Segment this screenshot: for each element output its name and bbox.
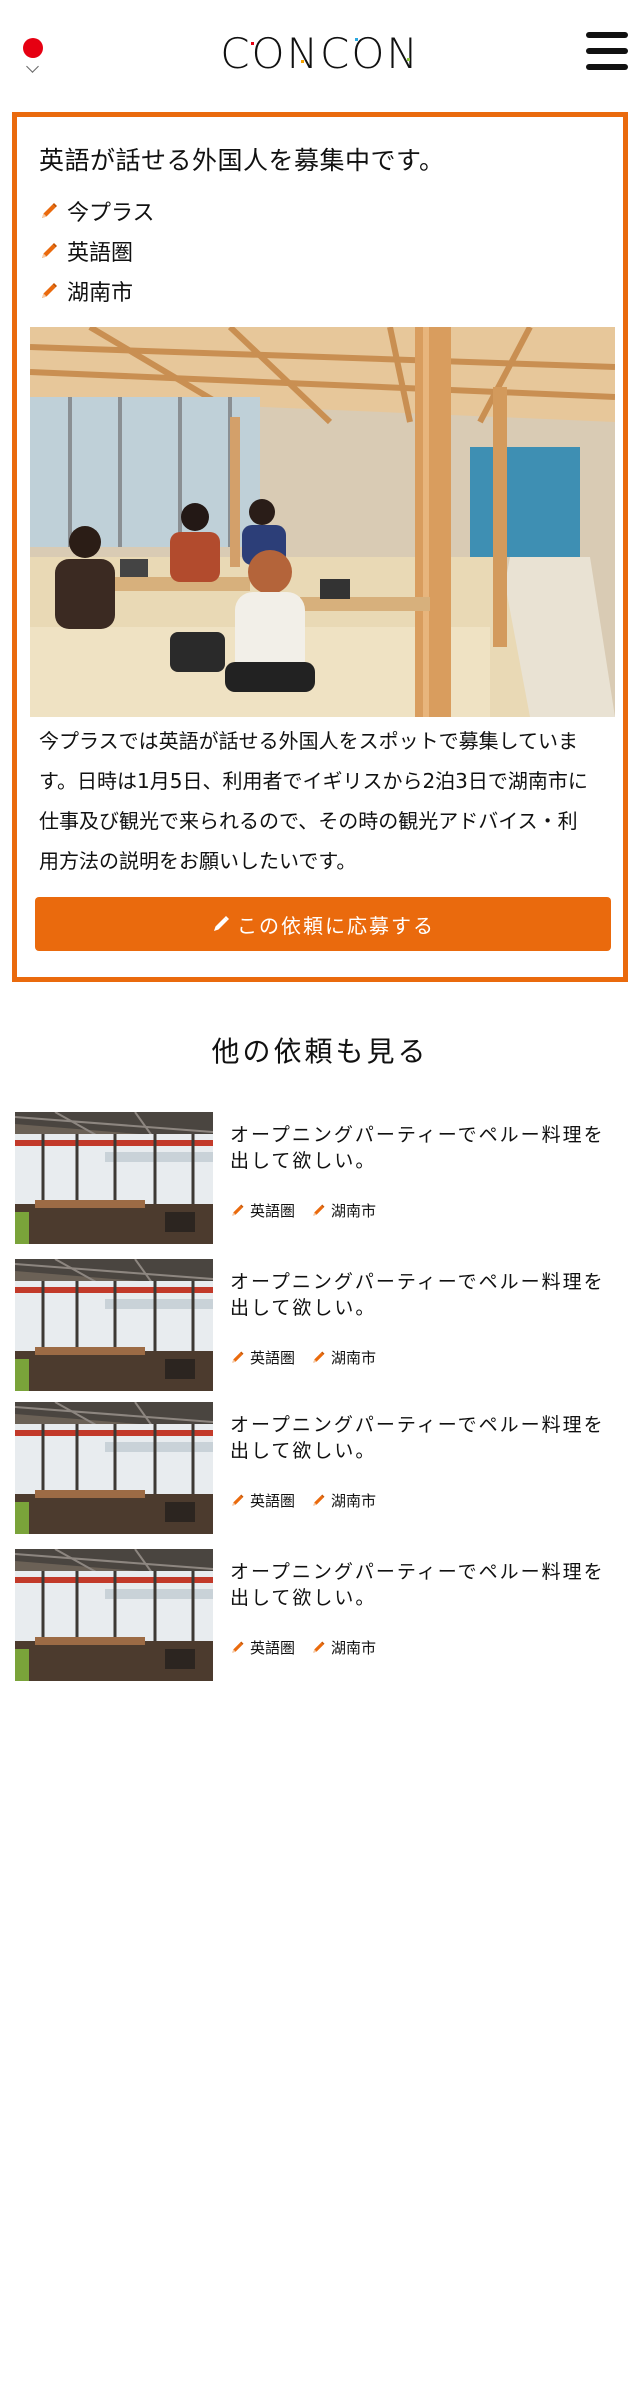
description-line: 仕事及び観光で来られるので、その時の観光アドバイス・利 [39,809,578,833]
other-request-tags: 英語圏 湖南市 [230,1200,392,1221]
other-request-title: オープニングパーティーでペルー料理を 出して欲しい。 [230,1412,625,1464]
apply-button-label: この依頼に応募する [237,913,435,938]
other-request-title: オープニングパーティーでペルー料理を 出して欲しい。 [230,1269,625,1321]
pencil-icon [230,1493,245,1508]
title-line: 出して欲しい。 [230,1297,377,1319]
chevron-down-icon [26,60,39,73]
request-description: 今プラスでは英語が話せる外国人をスポットで募集していま す。日時は1月5日、利用… [39,721,611,881]
tag-item[interactable]: 英語圏 [230,1490,295,1511]
request-thumbnail [15,1259,213,1391]
other-request-tags: 英語圏 湖南市 [230,1490,392,1511]
other-requests-heading: 他の依頼も見る [211,1035,429,1068]
tag-label: 今プラス [67,201,155,226]
request-tags: 今プラス 英語圏 湖南市 [39,191,155,311]
pencil-icon [311,1640,326,1655]
tag-label: 湖南市 [331,1349,377,1367]
title-line: オープニングパーティーでペルー料理を [230,1124,605,1146]
title-line: オープニングパーティーでペルー料理を [230,1271,605,1293]
tag-label: 英語圏 [250,1492,296,1510]
tag-item[interactable]: 湖南市 [311,1200,376,1221]
title-line: 出して欲しい。 [230,1150,377,1172]
other-request-title: オープニングパーティーでペルー料理を 出して欲しい。 [230,1559,625,1611]
description-line: 用方法の説明をお願いしたいです。 [39,849,357,873]
tag-label: 英語圏 [67,241,134,266]
request-card: 英語が話せる外国人を募集中です。 今プラス 英語圏 湖南市 今プラスでは英語が話… [12,112,628,982]
pencil-icon [39,241,59,261]
title-line: 出して欲しい。 [230,1587,377,1609]
tag-item[interactable]: 英語圏 [39,231,155,271]
tag-label: 湖南市 [331,1492,377,1510]
tag-item[interactable]: 英語圏 [230,1347,295,1368]
logo-text: CONCON [220,30,420,74]
request-thumbnail [15,1549,213,1681]
other-request-item[interactable]: オープニングパーティーでペルー料理を 出して欲しい。 英語圏 湖南市 [15,1112,625,1244]
pencil-icon [230,1203,245,1218]
pencil-icon [211,914,231,934]
tag-item[interactable]: 湖南市 [311,1637,376,1658]
tag-item[interactable]: 今プラス [39,191,155,231]
other-request-tags: 英語圏 湖南市 [230,1347,392,1368]
tag-label: 湖南市 [67,281,134,306]
request-thumbnail [15,1112,213,1244]
request-title: 英語が話せる外国人を募集中です。 [39,146,445,175]
title-line: オープニングパーティーでペルー料理を [230,1561,605,1583]
title-line: オープニングパーティーでペルー料理を [230,1414,605,1436]
title-line: 出して欲しい。 [230,1440,377,1462]
tag-item[interactable]: 英語圏 [230,1200,295,1221]
description-line: 今プラスでは英語が話せる外国人をスポットで募集していま [39,729,578,753]
pencil-icon [39,201,59,221]
hamburger-menu-icon[interactable] [586,32,628,70]
language-selector[interactable] [22,38,44,74]
tag-label: 湖南市 [331,1202,377,1220]
other-request-item[interactable]: オープニングパーティーでペルー料理を 出して欲しい。 英語圏 湖南市 [15,1549,625,1681]
tag-label: 英語圏 [250,1639,296,1657]
pencil-icon [311,1493,326,1508]
tag-item[interactable]: 湖南市 [311,1347,376,1368]
tag-label: 湖南市 [331,1639,377,1657]
pencil-icon [311,1203,326,1218]
pencil-icon [311,1350,326,1365]
tag-item[interactable]: 湖南市 [311,1490,376,1511]
pencil-icon [230,1640,245,1655]
tag-label: 英語圏 [250,1349,296,1367]
other-request-item[interactable]: オープニングパーティーでペルー料理を 出して欲しい。 英語圏 湖南市 [15,1259,625,1391]
pencil-icon [230,1350,245,1365]
apply-button[interactable]: この依頼に応募する [35,897,611,951]
japan-flag-icon [23,38,43,58]
tag-label: 英語圏 [250,1202,296,1220]
pencil-icon [39,281,59,301]
request-thumbnail [15,1402,213,1534]
other-request-item[interactable]: オープニングパーティーでペルー料理を 出して欲しい。 英語圏 湖南市 [15,1402,625,1534]
tag-item[interactable]: 英語圏 [230,1637,295,1658]
tag-item[interactable]: 湖南市 [39,271,155,311]
other-request-title: オープニングパーティーでペルー料理を 出して欲しい。 [230,1122,625,1174]
concon-logo[interactable]: CONCON [195,30,445,74]
site-header: CONCON [0,0,640,108]
other-request-tags: 英語圏 湖南市 [230,1637,392,1658]
request-photo [30,327,615,717]
description-line: す。日時は1月5日、利用者でイギリスから2泊3日で湖南市に [39,769,588,793]
